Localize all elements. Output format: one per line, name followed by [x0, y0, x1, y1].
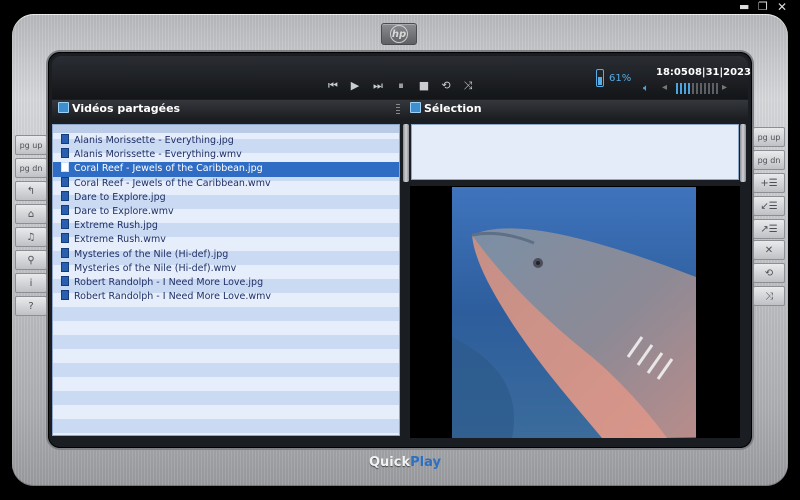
image-file-icon: [61, 219, 69, 230]
image-file-icon: [61, 247, 69, 258]
video-file-icon: [61, 204, 69, 215]
file-list-item[interactable]: Dare to Explore.wmv: [53, 204, 399, 219]
battery-percent: 61%: [609, 73, 632, 84]
file-name: Dare to Explore.jpg: [74, 191, 166, 203]
pause-button[interactable]: ⏸: [394, 80, 408, 92]
video-file-icon: [61, 290, 69, 301]
clock-time: 18:05: [656, 67, 688, 78]
shuffle-button[interactable]: ⤨: [461, 80, 475, 92]
file-name: Mysteries of the Nile (Hi-def).jpg: [74, 248, 229, 260]
previous-button[interactable]: ⏮: [326, 80, 340, 92]
selection-title: Sélection: [424, 102, 482, 115]
file-name: Robert Randolph - I Need More Love.wmv: [74, 291, 272, 303]
hp-logo-text: hp: [390, 25, 408, 43]
video-preview-image[interactable]: [452, 187, 696, 438]
quickplay-logo-play: Play: [410, 455, 441, 470]
file-list-item[interactable]: Alanis Morissette - Everything.wmv: [53, 148, 399, 162]
video-folder-icon: [58, 102, 69, 113]
remove-button[interactable]: ✕: [753, 240, 785, 260]
video-file-icon: [61, 176, 69, 187]
home-button[interactable]: ⌂: [15, 204, 47, 224]
file-name: Robert Randolph - I Need More Love.jpg: [74, 276, 264, 288]
file-name: Alanis Morissette - Everything.wmv: [74, 149, 242, 161]
shared-videos-header: Vidéos partagées: [52, 100, 404, 118]
file-list-item[interactable]: Coral Reef - Jewels of the Caribbean.wmv: [53, 176, 399, 191]
add-to-list-button[interactable]: +☰: [753, 173, 785, 193]
selection-box[interactable]: [411, 124, 739, 180]
quickplay-window: ▬ ❐ ✕ hp ⏮ ▶ ⏭ ⏸ ■ ⟲ ⤨ 61% 18:05 08|31|2…: [0, 0, 800, 500]
page-up-button[interactable]: pg up: [15, 135, 47, 155]
music-button[interactable]: ♫: [15, 227, 47, 247]
file-name: Alanis Morissette - Everything.jpg: [74, 135, 234, 146]
next-button[interactable]: ⏭: [371, 80, 385, 92]
volume-down-icon[interactable]: ◂: [662, 82, 667, 93]
repeat-button[interactable]: ⟲: [439, 80, 453, 92]
file-list-item[interactable]: Mysteries of the Nile (Hi-def).jpg: [53, 247, 399, 262]
video-file-icon: [61, 148, 69, 159]
selection-right-handle[interactable]: [740, 124, 746, 182]
file-list-item[interactable]: Alanis Morissette - Everything.jpg: [53, 134, 399, 148]
file-list-item[interactable]: Robert Randolph - I Need More Love.wmv: [53, 290, 399, 304]
export-list-button[interactable]: ↗☰: [753, 219, 785, 239]
shark-image: [452, 187, 696, 438]
file-list-item[interactable]: Extreme Rush.wmv: [53, 233, 399, 247]
file-name: Extreme Rush.wmv: [74, 234, 166, 246]
speaker-icon[interactable]: 🔈︎: [643, 83, 655, 94]
volume-up-icon[interactable]: ▸: [722, 82, 727, 93]
video-file-icon: [61, 261, 69, 272]
file-list-item[interactable]: Robert Randolph - I Need More Love.jpg: [53, 275, 399, 290]
quickplay-logo-quick: Quick: [369, 455, 411, 470]
play-button[interactable]: ▶: [348, 80, 362, 92]
file-list-item[interactable]: Extreme Rush.jpg: [53, 219, 399, 233]
stop-button[interactable]: ■: [417, 80, 431, 92]
selection-icon: [410, 102, 421, 113]
image-file-icon: [61, 134, 69, 144]
file-name: Coral Reef - Jewels of the Caribbean.jpg: [74, 163, 263, 175]
right-shuffle-button[interactable]: ⤨: [753, 286, 785, 306]
search-button[interactable]: ⚲: [15, 250, 47, 270]
image-file-icon: [61, 190, 69, 201]
info-button[interactable]: i: [15, 273, 47, 293]
minimize-button[interactable]: ▬: [739, 1, 749, 13]
file-name: Coral Reef - Jewels of the Caribbean.wmv: [74, 177, 271, 189]
back-button[interactable]: ↰: [15, 181, 47, 201]
file-list-item[interactable]: Dare to Explore.jpg: [53, 190, 399, 205]
page-down-button[interactable]: pg dn: [15, 158, 47, 178]
right-page-up-button[interactable]: pg up: [753, 127, 785, 147]
file-list-item[interactable]: Mysteries of the Nile (Hi-def).wmv: [53, 261, 399, 276]
list-top-shade: [53, 125, 399, 133]
volume-slider[interactable]: [676, 83, 720, 94]
import-list-button[interactable]: ↙☰: [753, 196, 785, 216]
file-list: Alanis Morissette - Everything.jpg Alanis…: [53, 134, 399, 304]
selection-header: Sélection: [396, 100, 748, 118]
file-name: Dare to Explore.wmv: [74, 205, 174, 217]
file-list-panel: Alanis Morissette - Everything.jpg Alanis…: [52, 124, 400, 436]
shared-videos-title: Vidéos partagées: [72, 102, 181, 115]
file-name: Extreme Rush.jpg: [74, 220, 158, 232]
hp-logo: hp: [381, 23, 417, 45]
right-page-down-button[interactable]: pg dn: [753, 150, 785, 170]
file-name: Mysteries of the Nile (Hi-def).wmv: [74, 262, 237, 274]
image-file-icon: [61, 162, 69, 173]
selection-left-handle[interactable]: [403, 124, 409, 182]
help-button[interactable]: ?: [15, 296, 47, 316]
file-list-item[interactable]: Coral Reef - Jewels of the Caribbean.jpg: [53, 162, 399, 177]
battery-icon: [596, 69, 604, 87]
maximize-button[interactable]: ❐: [758, 1, 768, 13]
video-file-icon: [61, 233, 69, 244]
drag-grip-icon[interactable]: [396, 104, 400, 114]
quickplay-logo: QuickPlay: [369, 455, 441, 470]
close-button[interactable]: ✕: [777, 1, 787, 13]
right-repeat-button[interactable]: ⟲: [753, 263, 785, 283]
volume-fill: [676, 83, 692, 94]
clock-date: 08|31|2023: [688, 67, 751, 78]
image-file-icon: [61, 275, 69, 286]
